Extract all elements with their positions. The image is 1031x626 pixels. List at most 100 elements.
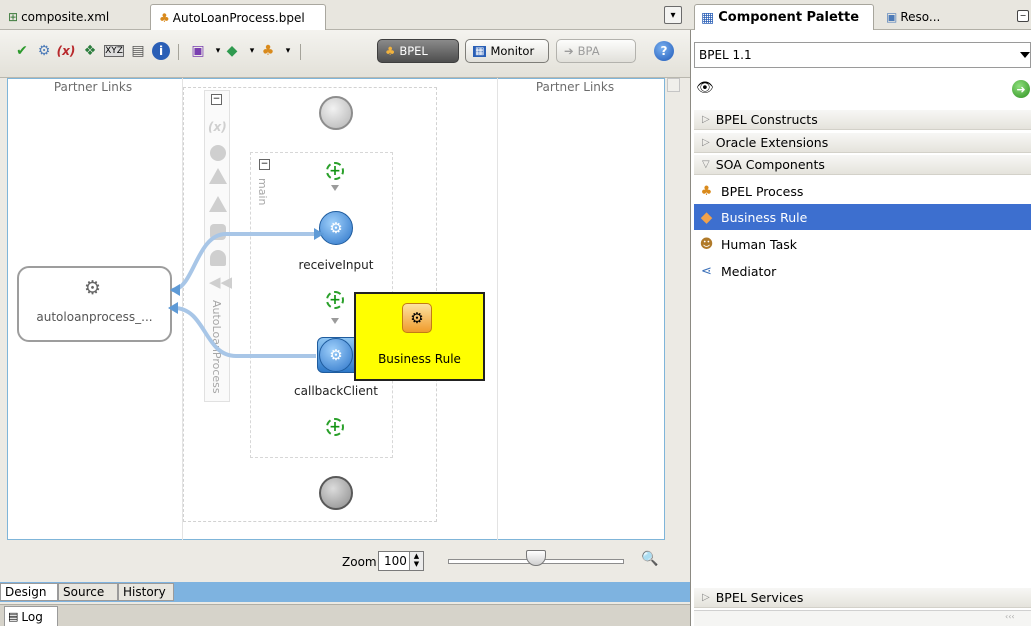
section-label: BPEL Constructs: [715, 112, 818, 127]
section-bpel-services[interactable]: ▷ BPEL Services: [694, 588, 1031, 608]
chevron-right-icon: ▷: [702, 114, 710, 125]
bpa-mode-button[interactable]: ➔ BPA: [556, 39, 636, 63]
connection-arrowhead: [168, 302, 178, 314]
palette-item-label: Mediator: [721, 263, 777, 279]
chevron-down-icon[interactable]: [1020, 52, 1030, 58]
sequence-collapse-button[interactable]: −: [259, 159, 270, 170]
tab-resources[interactable]: ▣ Reso...: [886, 4, 996, 30]
palette-page-select[interactable]: BPEL 1.1: [694, 42, 1031, 68]
plus-icon: +: [329, 292, 341, 308]
canvas-vertical-scrollbar[interactable]: [667, 78, 680, 92]
mode-label: BPA: [577, 44, 600, 58]
bpel-process-icon: ♣: [700, 183, 713, 199]
palette-page-value: BPEL 1.1: [699, 48, 752, 62]
callback-connection: [173, 306, 316, 358]
tab-label: Log: [21, 609, 43, 624]
scroll-arrows-icon[interactable]: ‹‹‹: [1005, 612, 1015, 621]
deploy-icon[interactable]: ◆: [222, 40, 242, 62]
tab-design[interactable]: Design: [0, 583, 58, 601]
monitor-icon: ▦: [473, 45, 487, 57]
mediator-icon: ⋖: [701, 263, 712, 279]
tab-log[interactable]: ▤ Log: [4, 606, 58, 626]
tab-history[interactable]: History: [118, 583, 174, 601]
add-activity-drop-target[interactable]: +: [326, 291, 344, 309]
scope-collapse-button[interactable]: −: [211, 94, 222, 105]
search-go-button[interactable]: ➜: [1012, 80, 1030, 98]
palette-item-label: Human Task: [721, 236, 798, 252]
zoom-label: Zoom:: [342, 555, 381, 569]
zoom-stepper[interactable]: 100 ▲ ▼: [378, 551, 424, 571]
connection-arrowhead: [170, 284, 180, 296]
chevron-down-icon[interactable]: ▾: [278, 40, 298, 62]
tab-component-palette[interactable]: ▦ Component Palette: [694, 4, 874, 30]
mode-label: Monitor: [490, 44, 535, 58]
partner-links-divider: [497, 78, 498, 540]
gear-icon: ⚙: [329, 346, 343, 364]
section-soa-components[interactable]: ▽ SOA Components: [694, 155, 1031, 175]
flow-arrow: [331, 318, 339, 324]
section-bpel-constructs[interactable]: ▷ BPEL Constructs: [694, 110, 1031, 130]
scope-shortcut-icon: [209, 196, 227, 212]
tab-source[interactable]: Source: [58, 583, 118, 601]
section-label: SOA Components: [715, 157, 825, 172]
gears-icon: ⚙: [84, 277, 102, 299]
palette-item-label: Business Rule: [721, 209, 808, 225]
bpel-mode-button[interactable]: ♣ BPEL: [377, 39, 459, 63]
chevron-right-icon: ▷: [702, 137, 710, 148]
flow-arrow: [331, 185, 339, 191]
palette-item-bpel-process[interactable]: ♣ BPEL Process: [694, 178, 1031, 204]
mode-label: BPEL: [399, 44, 428, 58]
palette-item-mediator[interactable]: ⋖ Mediator: [694, 258, 1031, 284]
palette-icon: ▦: [701, 9, 715, 26]
process-start-node[interactable]: [319, 96, 353, 130]
chevron-down-icon: ▽: [702, 159, 710, 170]
run-icon[interactable]: ♣: [258, 40, 278, 62]
schema-icon[interactable]: ▤: [128, 40, 148, 62]
properties-icon[interactable]: ❖: [80, 40, 100, 62]
business-rule-icon: ◆: [700, 208, 713, 226]
help-icon: ?: [660, 44, 668, 58]
validate-check-icon[interactable]: ✔: [12, 40, 32, 62]
toolbar-separator: [178, 44, 179, 60]
tab-list-menu-button[interactable]: ▾: [664, 6, 682, 24]
xml-icon[interactable]: XYZ: [104, 45, 124, 57]
section-label: Oracle Extensions: [715, 135, 829, 150]
log-panel-bar: [0, 604, 690, 626]
chevron-right-icon: ▷: [702, 592, 710, 603]
toolbar-separator: [300, 44, 301, 60]
zoom-spinner-arrows-icon[interactable]: ▲ ▼: [409, 552, 423, 570]
palette-item-human-task[interactable]: ☻ Human Task: [694, 231, 1031, 257]
zoom-to-fit-icon[interactable]: 🔍: [641, 550, 659, 568]
callback-client-label: callbackClient: [294, 384, 378, 398]
bpel-process-icon: ♣: [385, 44, 396, 58]
binoculars-search-icon[interactable]: 👁: [696, 80, 714, 96]
scope-shortcut-icon: [210, 145, 226, 161]
palette-item-business-rule[interactable]: ◆ Business Rule: [694, 204, 1031, 230]
tab-label: Source: [63, 585, 105, 599]
tab-autoloanprocess-bpel[interactable]: ♣ AutoLoanProcess.bpel: [150, 4, 326, 30]
help-button[interactable]: ?: [654, 41, 674, 61]
settings-gear-icon[interactable]: ⚙: [34, 40, 54, 62]
business-rule-icon: ⚙: [402, 303, 432, 333]
section-oracle-extensions[interactable]: ▷ Oracle Extensions: [694, 133, 1031, 153]
process-end-node[interactable]: [319, 476, 353, 510]
add-activity-drop-target[interactable]: +: [326, 162, 344, 180]
variables-icon[interactable]: (x): [56, 40, 76, 62]
tab-composite-xml[interactable]: ⊞ composite.xml: [0, 4, 150, 30]
monitor-mode-button[interactable]: ▦ Monitor: [465, 39, 549, 63]
zoom-value[interactable]: 100: [379, 554, 409, 568]
tab-label: History: [123, 585, 166, 599]
info-icon[interactable]: i: [152, 42, 170, 60]
component-palette-panel: [690, 0, 1031, 626]
add-activity-drop-target[interactable]: +: [326, 418, 344, 436]
variables-icon: (x): [208, 120, 227, 134]
log-icon: ▤: [8, 610, 19, 623]
plus-icon: +: [329, 419, 341, 435]
partner-link-connections: [168, 228, 324, 358]
outline-icon[interactable]: ▣: [188, 40, 208, 62]
minimize-panel-button[interactable]: −: [1017, 10, 1029, 22]
resources-icon: ▣: [886, 10, 898, 24]
palette-horizontal-scrollbar[interactable]: [694, 610, 1031, 626]
tooltip-label: Business Rule: [378, 352, 461, 366]
tab-label: AutoLoanProcess.bpel: [172, 10, 305, 25]
